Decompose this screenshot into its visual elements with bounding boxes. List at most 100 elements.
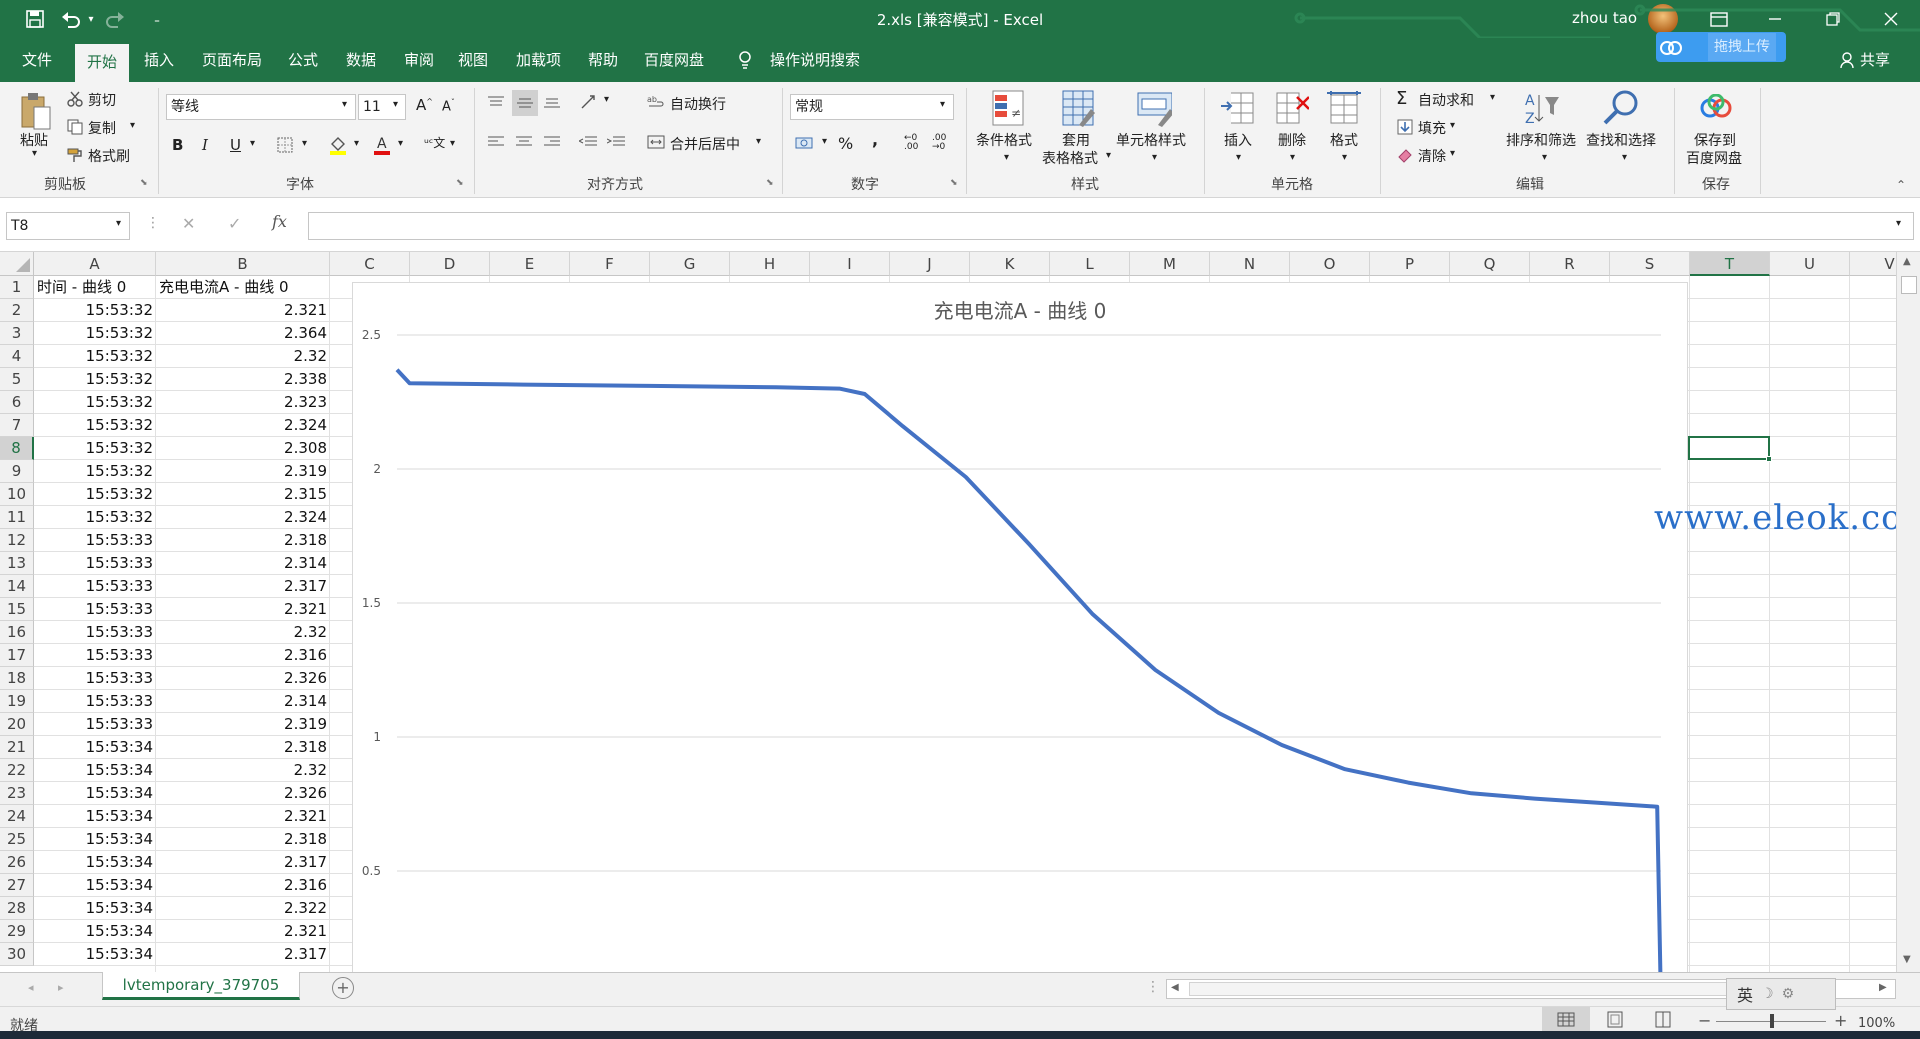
row-header-15[interactable]: 15: [0, 598, 34, 621]
conditional-dropdown-icon[interactable]: ▾: [1004, 152, 1009, 163]
row-header-28[interactable]: 28: [0, 897, 34, 920]
paste-dropdown-icon[interactable]: ▾: [32, 148, 37, 159]
currency-icon[interactable]: [794, 134, 816, 152]
align-bottom-icon[interactable]: [542, 94, 562, 110]
insert-dropdown-icon[interactable]: ▾: [1236, 152, 1241, 163]
row-header-4[interactable]: 4: [0, 345, 34, 368]
row-header-12[interactable]: 12: [0, 529, 34, 552]
column-header-b[interactable]: B: [156, 252, 330, 276]
delete-cells-icon[interactable]: [1274, 90, 1310, 126]
cell-current[interactable]: 2.317: [159, 575, 327, 598]
cell-time[interactable]: 15:53:34: [37, 736, 153, 759]
cell-time[interactable]: 15:53:33: [37, 644, 153, 667]
cell-current[interactable]: 2.32: [159, 759, 327, 782]
page-break-view-button[interactable]: [1648, 1007, 1678, 1032]
insert-function-button[interactable]: fx: [272, 212, 287, 231]
cell-time[interactable]: 15:53:32: [37, 506, 153, 529]
column-header-r[interactable]: R: [1530, 252, 1610, 276]
row-header-3[interactable]: 3: [0, 322, 34, 345]
cell-time[interactable]: 15:53:33: [37, 529, 153, 552]
tab-insert[interactable]: 插入: [132, 38, 186, 82]
tab-formulas[interactable]: 公式: [276, 38, 330, 82]
column-header-e[interactable]: E: [490, 252, 570, 276]
increase-indent-icon[interactable]: [606, 134, 626, 150]
worksheet-grid[interactable]: ABCDEFGHIJKLMNOPQRSTUV 1 2 3 4 5 6 7 8 9 10 11 12 13…: [0, 252, 1920, 1003]
fill-dropdown-icon[interactable]: ▾: [1450, 120, 1455, 131]
merge-center-button[interactable]: 合并后居中: [670, 134, 740, 154]
row-header-1[interactable]: 1: [0, 276, 34, 299]
fill-color-dropdown-icon[interactable]: ▾: [354, 138, 359, 149]
format-painter-button[interactable]: 格式刷: [88, 146, 130, 166]
cell-current[interactable]: 2.317: [159, 851, 327, 874]
cell-current[interactable]: 2.32: [159, 621, 327, 644]
tell-me-search[interactable]: 操作说明搜索: [758, 38, 872, 82]
cell-current[interactable]: 2.315: [159, 483, 327, 506]
tab-review[interactable]: 审阅: [392, 38, 446, 82]
row-header-10[interactable]: 10: [0, 483, 34, 506]
paste-label[interactable]: 粘贴: [20, 130, 48, 150]
tab-addins[interactable]: 加载项: [504, 38, 573, 82]
clear-dropdown-icon[interactable]: ▾: [1450, 148, 1455, 159]
vertical-scrollbar[interactable]: ▲ ▼: [1896, 252, 1920, 972]
scissors-icon[interactable]: [66, 90, 84, 108]
copy-button[interactable]: 复制: [88, 118, 116, 138]
row-header-5[interactable]: 5: [0, 368, 34, 391]
share-button[interactable]: 共享: [1848, 38, 1902, 82]
enter-icon[interactable]: ✓: [228, 214, 241, 233]
chart-area[interactable]: 充电电流A - 曲线 0 2.5 2 1.5 1 0.5: [352, 282, 1688, 1003]
page-layout-view-button[interactable]: [1600, 1007, 1630, 1032]
fill-handle[interactable]: [1766, 456, 1772, 462]
autosum-dropdown-icon[interactable]: ▾: [1490, 92, 1495, 103]
row-header-23[interactable]: 23: [0, 782, 34, 805]
column-header-l[interactable]: L: [1050, 252, 1130, 276]
column-header-f[interactable]: F: [570, 252, 650, 276]
delete-cells-button[interactable]: 删除: [1278, 130, 1306, 150]
zoom-in-button[interactable]: +: [1834, 1011, 1847, 1030]
cell-time[interactable]: 15:53:34: [37, 920, 153, 943]
insert-cells-icon[interactable]: [1220, 90, 1256, 126]
orientation-icon[interactable]: [578, 92, 602, 112]
cell-current[interactable]: 2.319: [159, 460, 327, 483]
borders-dropdown-icon[interactable]: ▾: [302, 138, 307, 149]
cell-time[interactable]: 15:53:34: [37, 851, 153, 874]
column-header-n[interactable]: N: [1210, 252, 1290, 276]
name-box[interactable]: T8: [6, 212, 130, 240]
baidu-upload-button[interactable]: 拖拽上传: [1656, 32, 1786, 62]
merge-dropdown-icon[interactable]: ▾: [756, 136, 761, 147]
cell-time[interactable]: 15:53:32: [37, 414, 153, 437]
cell-current[interactable]: 2.319: [159, 713, 327, 736]
number-format-dropdown-icon[interactable]: ▾: [940, 99, 945, 110]
save-to-netdisk-line2[interactable]: 百度网盘: [1686, 148, 1742, 168]
merge-center-icon[interactable]: [646, 132, 666, 152]
decrease-font-icon[interactable]: Aˇ: [442, 98, 455, 114]
tab-page-layout[interactable]: 页面布局: [190, 38, 274, 82]
eraser-icon[interactable]: [1396, 146, 1414, 164]
tab-view[interactable]: 视图: [446, 38, 500, 82]
formula-input[interactable]: [308, 212, 1914, 240]
align-top-icon[interactable]: [486, 94, 506, 110]
column-header-d[interactable]: D: [410, 252, 490, 276]
cell-current[interactable]: 2.324: [159, 414, 327, 437]
ime-moon-icon[interactable]: ☽: [1761, 986, 1774, 1002]
underline-dropdown-icon[interactable]: ▾: [250, 138, 255, 149]
italic-button[interactable]: I: [202, 136, 208, 154]
row-header-29[interactable]: 29: [0, 920, 34, 943]
cell-time[interactable]: 15:53:32: [37, 460, 153, 483]
format-cells-button[interactable]: 格式: [1330, 130, 1358, 150]
cancel-icon[interactable]: ✕: [182, 214, 195, 233]
tab-help[interactable]: 帮助: [576, 38, 630, 82]
cut-button[interactable]: 剪切: [88, 90, 116, 110]
vertical-scroll-thumb[interactable]: [1901, 276, 1917, 294]
tab-home[interactable]: 开始: [75, 44, 130, 82]
cell-current[interactable]: 2.364: [159, 322, 327, 345]
row-header-2[interactable]: 2: [0, 299, 34, 322]
cell-time[interactable]: 15:53:33: [37, 598, 153, 621]
cell-current[interactable]: 2.317: [159, 943, 327, 966]
font-size-box[interactable]: 11: [358, 94, 406, 120]
format-dropdown-icon[interactable]: ▾: [1342, 152, 1347, 163]
clear-button[interactable]: 清除: [1418, 146, 1446, 166]
number-launcher-icon[interactable]: ⬊: [950, 178, 958, 188]
sort-filter-button[interactable]: 排序和筛选: [1506, 130, 1576, 150]
row-header-25[interactable]: 25: [0, 828, 34, 851]
cell-time[interactable]: 15:53:34: [37, 897, 153, 920]
